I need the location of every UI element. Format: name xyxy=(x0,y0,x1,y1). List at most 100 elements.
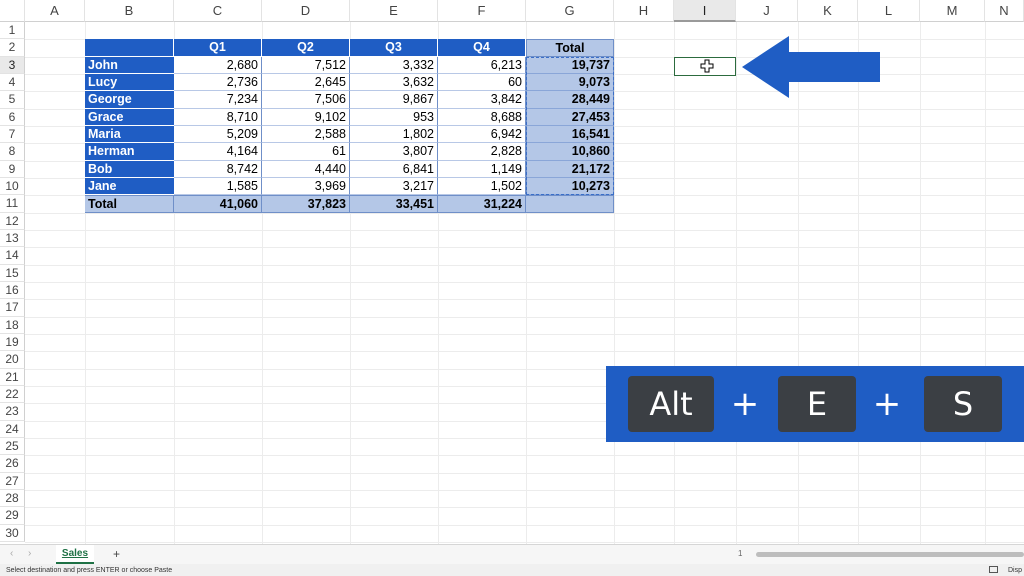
select-all-corner[interactable] xyxy=(0,0,25,22)
value-cell[interactable]: 2,680 xyxy=(174,56,262,74)
value-cell[interactable]: 60 xyxy=(438,73,526,92)
table-header-q2[interactable]: Q2 xyxy=(262,39,350,57)
row-header-15[interactable]: 15 xyxy=(0,264,25,282)
row-total-cell[interactable]: 10,273 xyxy=(526,177,614,196)
row-name-cell[interactable]: George xyxy=(85,91,174,109)
sheet-tab-sales[interactable]: Sales xyxy=(56,545,94,564)
row-header-19[interactable]: 19 xyxy=(0,333,25,352)
table-header-q4[interactable]: Q4 xyxy=(438,39,526,57)
column-header-h[interactable]: H xyxy=(614,0,674,22)
row-total-cell[interactable]: 16,541 xyxy=(526,125,614,144)
value-cell[interactable]: 8,688 xyxy=(438,108,526,126)
value-cell[interactable]: 1,502 xyxy=(438,177,526,196)
column-header-l[interactable]: L xyxy=(858,0,920,22)
column-header-a[interactable]: A xyxy=(25,0,85,22)
table-header-q3[interactable]: Q3 xyxy=(350,39,438,57)
table-header-total[interactable]: Total xyxy=(526,39,614,57)
row-header-8[interactable]: 8 xyxy=(0,143,25,161)
row-header-6[interactable]: 6 xyxy=(0,108,25,126)
value-cell[interactable]: 6,942 xyxy=(438,125,526,144)
row-total-cell[interactable]: 21,172 xyxy=(526,160,614,178)
row-header-9[interactable]: 9 xyxy=(0,160,25,178)
row-header-17[interactable]: 17 xyxy=(0,299,25,317)
horizontal-scrollbar[interactable] xyxy=(756,552,1024,557)
value-cell[interactable]: 3,842 xyxy=(438,91,526,109)
row-total-cell[interactable]: 9,073 xyxy=(526,73,614,92)
prev-sheet-button[interactable]: ‹ xyxy=(10,548,13,559)
row-header-26[interactable]: 26 xyxy=(0,455,25,473)
value-cell[interactable]: 9,102 xyxy=(262,108,350,126)
column-total-cell[interactable]: 31,224 xyxy=(438,195,526,213)
row-name-cell[interactable]: Herman xyxy=(85,143,174,161)
value-cell[interactable]: 4,164 xyxy=(174,143,262,161)
value-cell[interactable]: 7,512 xyxy=(262,56,350,74)
row-header-2[interactable]: 2 xyxy=(0,39,25,57)
value-cell[interactable]: 3,807 xyxy=(350,143,438,161)
value-cell[interactable]: 8,742 xyxy=(174,160,262,178)
totals-label-cell[interactable]: Total xyxy=(85,195,174,213)
value-cell[interactable]: 2,828 xyxy=(438,143,526,161)
column-header-m[interactable]: M xyxy=(920,0,985,22)
value-cell[interactable]: 8,710 xyxy=(174,108,262,126)
table-header-q1[interactable]: Q1 xyxy=(174,39,262,57)
row-header-7[interactable]: 7 xyxy=(0,125,25,144)
row-total-cell[interactable]: 19,737 xyxy=(526,56,614,74)
row-name-cell[interactable]: Lucy xyxy=(85,73,174,92)
column-total-cell[interactable] xyxy=(526,195,614,213)
row-header-29[interactable]: 29 xyxy=(0,507,25,525)
column-header-k[interactable]: K xyxy=(798,0,858,22)
column-header-b[interactable]: B xyxy=(85,0,174,22)
row-header-20[interactable]: 20 xyxy=(0,351,25,369)
row-header-27[interactable]: 27 xyxy=(0,472,25,490)
value-cell[interactable]: 3,217 xyxy=(350,177,438,196)
add-sheet-button[interactable]: + xyxy=(113,547,120,561)
row-header-4[interactable]: 4 xyxy=(0,73,25,92)
row-header-24[interactable]: 24 xyxy=(0,420,25,438)
value-cell[interactable]: 3,969 xyxy=(262,177,350,196)
row-total-cell[interactable]: 28,449 xyxy=(526,91,614,109)
row-total-cell[interactable]: 27,453 xyxy=(526,108,614,126)
value-cell[interactable]: 3,332 xyxy=(350,56,438,74)
value-cell[interactable]: 3,632 xyxy=(350,73,438,92)
row-header-3[interactable]: 3 xyxy=(0,56,25,74)
row-name-cell[interactable]: Maria xyxy=(85,125,174,144)
column-header-d[interactable]: D xyxy=(262,0,350,22)
column-header-c[interactable]: C xyxy=(174,0,262,22)
display-settings-icon[interactable] xyxy=(989,566,998,573)
value-cell[interactable]: 2,645 xyxy=(262,73,350,92)
column-total-cell[interactable]: 33,451 xyxy=(350,195,438,213)
row-header-12[interactable]: 12 xyxy=(0,212,25,230)
value-cell[interactable]: 1,149 xyxy=(438,160,526,178)
row-header-30[interactable]: 30 xyxy=(0,524,25,542)
row-name-cell[interactable]: Grace xyxy=(85,108,174,126)
value-cell[interactable]: 1,802 xyxy=(350,125,438,144)
column-header-f[interactable]: F xyxy=(438,0,526,22)
row-header-1[interactable]: 1 xyxy=(0,22,25,40)
value-cell[interactable]: 1,585 xyxy=(174,177,262,196)
row-header-16[interactable]: 16 xyxy=(0,281,25,300)
row-name-cell[interactable]: John xyxy=(85,56,174,74)
value-cell[interactable]: 7,506 xyxy=(262,91,350,109)
row-header-11[interactable]: 11 xyxy=(0,195,25,213)
column-total-cell[interactable]: 37,823 xyxy=(262,195,350,213)
value-cell[interactable]: 4,440 xyxy=(262,160,350,178)
value-cell[interactable]: 7,234 xyxy=(174,91,262,109)
row-name-cell[interactable]: Jane xyxy=(85,177,174,196)
value-cell[interactable]: 6,213 xyxy=(438,56,526,74)
row-header-25[interactable]: 25 xyxy=(0,437,25,456)
value-cell[interactable]: 953 xyxy=(350,108,438,126)
row-header-22[interactable]: 22 xyxy=(0,385,25,404)
row-header-21[interactable]: 21 xyxy=(0,368,25,386)
value-cell[interactable]: 61 xyxy=(262,143,350,161)
row-name-cell[interactable]: Bob xyxy=(85,160,174,178)
column-header-g[interactable]: G xyxy=(526,0,614,22)
value-cell[interactable]: 5,209 xyxy=(174,125,262,144)
value-cell[interactable]: 9,867 xyxy=(350,91,438,109)
row-header-13[interactable]: 13 xyxy=(0,229,25,248)
value-cell[interactable]: 2,588 xyxy=(262,125,350,144)
table-corner-cell[interactable] xyxy=(85,39,174,57)
column-total-cell[interactable]: 41,060 xyxy=(174,195,262,213)
row-header-18[interactable]: 18 xyxy=(0,316,25,334)
value-cell[interactable]: 6,841 xyxy=(350,160,438,178)
row-header-23[interactable]: 23 xyxy=(0,403,25,421)
